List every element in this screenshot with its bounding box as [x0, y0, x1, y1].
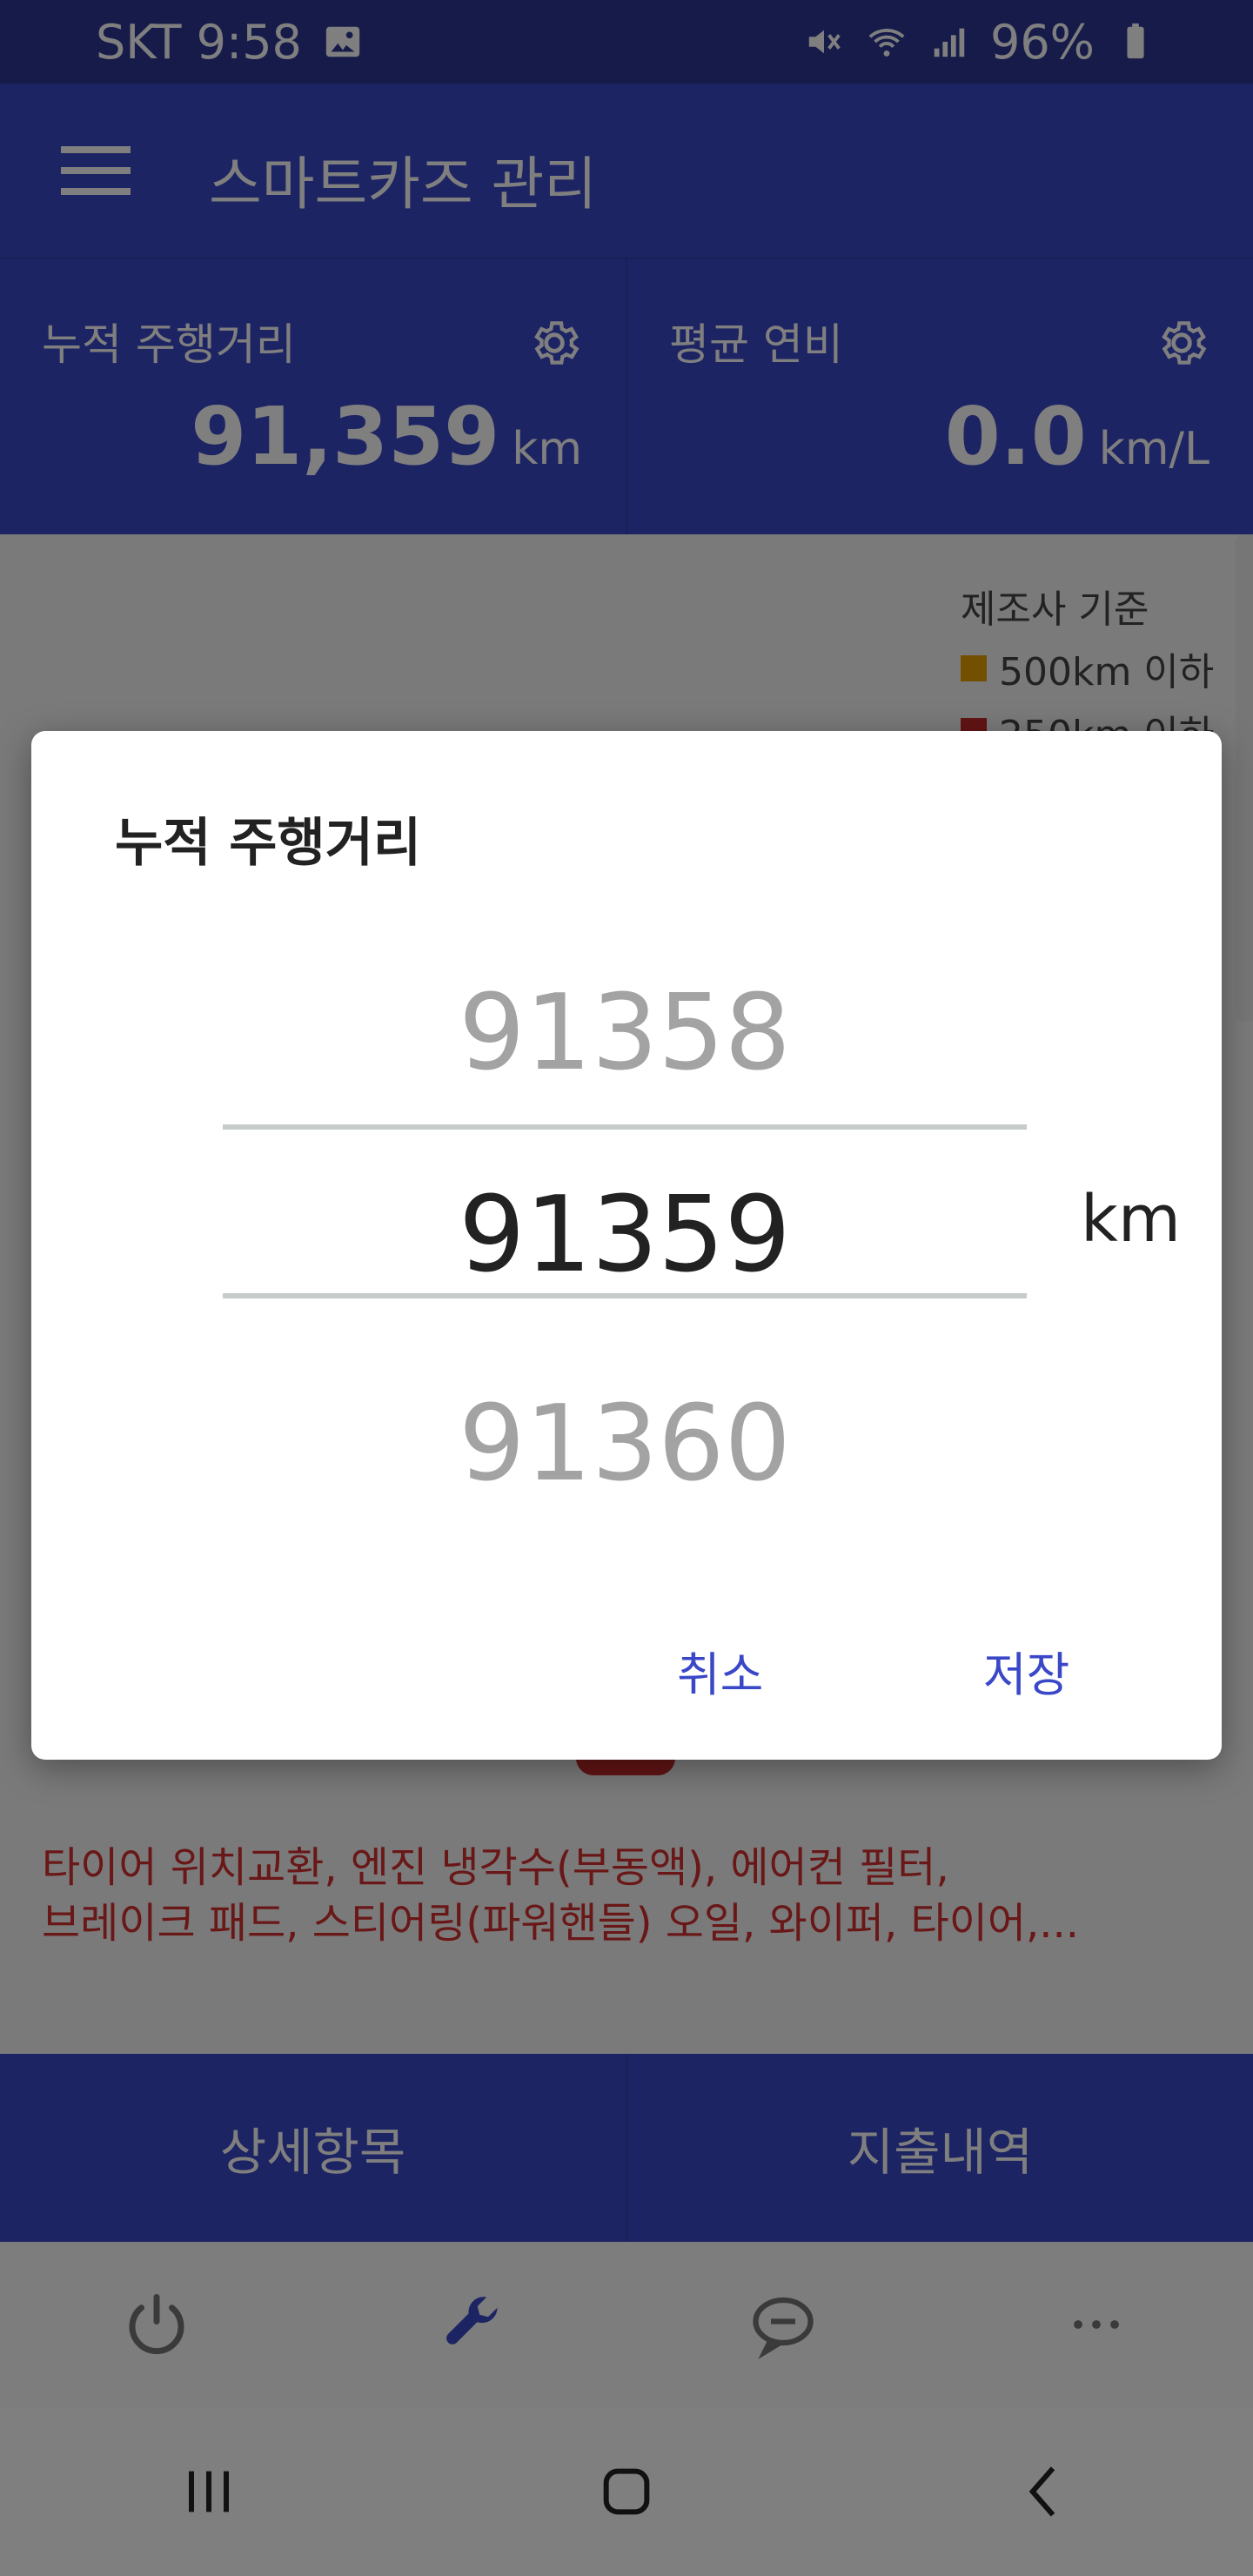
picker-prev-value[interactable]: 91358	[223, 973, 1027, 1094]
picker-unit: km	[1081, 1182, 1181, 1257]
picker-next-value[interactable]: 91360	[223, 1384, 1027, 1505]
dialog-title: 누적 주행거리	[115, 813, 422, 874]
odometer-dialog: 누적 주행거리 91358 91359 91360 km 취소 저장	[31, 731, 1222, 1760]
cancel-button[interactable]: 취소	[677, 1636, 763, 1705]
picker-divider-top	[223, 1124, 1027, 1130]
number-picker[interactable]: 91358 91359 91360	[223, 931, 1027, 1505]
screen: SKT 9:58 96%	[0, 0, 1253, 2576]
save-button[interactable]: 저장	[983, 1636, 1069, 1705]
picker-divider-bottom	[223, 1293, 1027, 1298]
picker-current-value[interactable]: 91359	[223, 1175, 1027, 1296]
